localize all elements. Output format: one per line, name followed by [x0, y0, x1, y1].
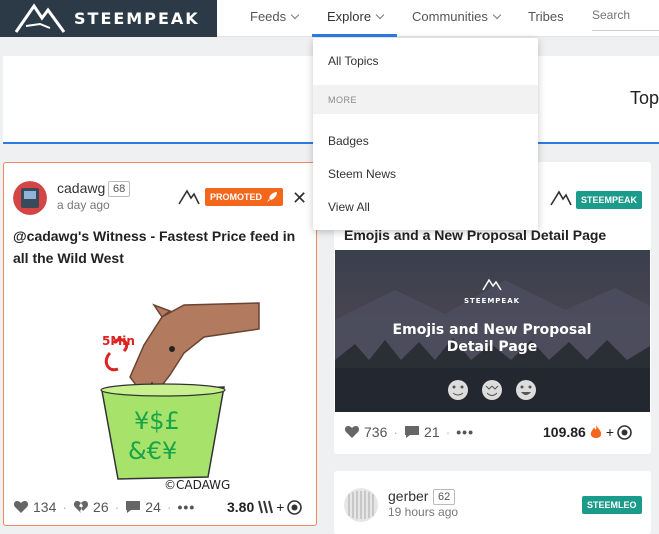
nav-active-indicator: [312, 34, 397, 37]
comment-icon[interactable]: [404, 424, 420, 440]
post-thumbnail[interactable]: STEEMPEAK Emojis and New Proposal Detail…: [335, 250, 650, 412]
downvote-count: 26: [93, 499, 109, 515]
menu-item-steem-news[interactable]: Steem News: [328, 167, 396, 181]
steempeak-logo-icon: [14, 3, 66, 33]
steempeak-icon: [178, 189, 200, 205]
post-time[interactable]: 19 hours ago: [388, 505, 458, 519]
separator: ·: [114, 499, 120, 515]
community-badge[interactable]: STEEMLEO: [582, 496, 642, 514]
chevron-down-icon: [375, 10, 385, 20]
nav-communities[interactable]: Communities: [412, 9, 502, 24]
menu-section-header: MORE: [313, 85, 538, 114]
nav-communities-label: Communities: [412, 9, 488, 24]
comment-icon[interactable]: [125, 499, 141, 515]
broken-heart-icon[interactable]: [73, 499, 89, 515]
avatar[interactable]: [344, 488, 378, 522]
separator: ·: [166, 499, 172, 515]
search-underline: [592, 30, 659, 31]
separator: ·: [445, 424, 451, 440]
svg-text:Emojis and New Proposal: Emojis and New Proposal: [393, 322, 592, 338]
menu-section-label: MORE: [328, 95, 357, 105]
author-name[interactable]: cadawg: [57, 180, 105, 196]
community-label: STEEMLEO: [587, 500, 637, 510]
page-title: Top: [630, 88, 659, 108]
image-signature: ©CADAWG: [164, 478, 230, 491]
post-card[interactable]: cadawg 68 a day ago PROMOTED ✕ @cadawg's…: [3, 162, 317, 526]
steem-coin-icon: [287, 499, 303, 515]
heart-icon[interactable]: [344, 424, 360, 440]
post-footer: 134 · 26 · 24 · •••: [13, 499, 195, 515]
community-label: STEEMPEAK: [581, 195, 638, 205]
plus-sign: +: [276, 499, 285, 515]
nav-feeds-label: Feeds: [250, 9, 287, 24]
post-time[interactable]: a day ago: [57, 198, 110, 212]
fire-icon: [590, 425, 601, 438]
steem-coin-icon: [617, 424, 632, 440]
svg-text:Detail Page: Detail Page: [447, 339, 538, 355]
image-caption: 5Min: [102, 334, 135, 348]
menu-item-all-topics[interactable]: All Topics: [328, 54, 378, 68]
plus-sign: +: [605, 424, 615, 440]
brand-name: STEEMPEAK: [74, 9, 200, 28]
post-thumbnail[interactable]: ¥$£ &€¥ 5Min ©CADAWG: [84, 301, 264, 491]
nav-explore[interactable]: Explore: [327, 9, 385, 24]
top-nav: STEEMPEAK Feeds Explore Communities Trib…: [0, 0, 659, 37]
brand-logo-link[interactable]: STEEMPEAK: [0, 0, 217, 37]
svg-text:¥$£: ¥$£: [134, 407, 180, 435]
more-icon[interactable]: •••: [178, 499, 196, 515]
comment-count: 21: [424, 424, 440, 440]
menu-item-view-all[interactable]: View All: [328, 200, 370, 214]
payout-value: 3.80: [227, 499, 255, 515]
post-footer: 736 · 21 · •••: [344, 424, 474, 440]
community-badge[interactable]: STEEMPEAK: [576, 191, 643, 209]
reputation-badge: 62: [433, 489, 456, 505]
avatar[interactable]: [13, 181, 47, 215]
heart-icon[interactable]: [13, 499, 29, 515]
menu-item-badges[interactable]: Badges: [328, 134, 369, 148]
steempeak-icon: [550, 190, 572, 206]
chevron-down-icon: [492, 10, 502, 20]
nav-feeds[interactable]: Feeds: [250, 9, 300, 24]
vote-count: 134: [33, 499, 57, 515]
separator: ·: [62, 499, 68, 515]
nav-tribes-label: Tribes: [528, 9, 564, 24]
explore-dropdown-menu: All Topics MORE Badges Steem News View A…: [313, 38, 538, 230]
steem-power-icon: [258, 500, 274, 514]
rocket-icon: [267, 192, 278, 202]
reputation-badge: 68: [108, 181, 131, 197]
post-title[interactable]: @cadawg's Witness - Fastest Price feed i…: [13, 225, 313, 269]
post-card[interactable]: gerber 62 19 hours ago STEEMLEO: [334, 471, 651, 534]
image-brand: STEEMPEAK: [464, 297, 520, 305]
more-icon[interactable]: •••: [456, 424, 474, 440]
nav-explore-label: Explore: [327, 9, 372, 24]
author-name[interactable]: gerber: [388, 488, 428, 504]
close-icon[interactable]: ✕: [292, 189, 307, 207]
promoted-badge: PROMOTED: [205, 188, 284, 206]
vote-count: 736: [364, 424, 388, 440]
chevron-down-icon: [290, 10, 300, 20]
payout[interactable]: 3.80 +: [227, 499, 303, 515]
promoted-label: PROMOTED: [210, 192, 263, 202]
svg-text:&€¥: &€¥: [128, 437, 177, 465]
payout[interactable]: 109.86 +: [543, 424, 632, 440]
payout-value: 109.86: [543, 424, 586, 440]
comment-count: 24: [145, 499, 161, 515]
nav-tribes[interactable]: Tribes: [528, 9, 564, 24]
separator: ·: [393, 424, 399, 440]
search-input[interactable]: [592, 8, 659, 22]
